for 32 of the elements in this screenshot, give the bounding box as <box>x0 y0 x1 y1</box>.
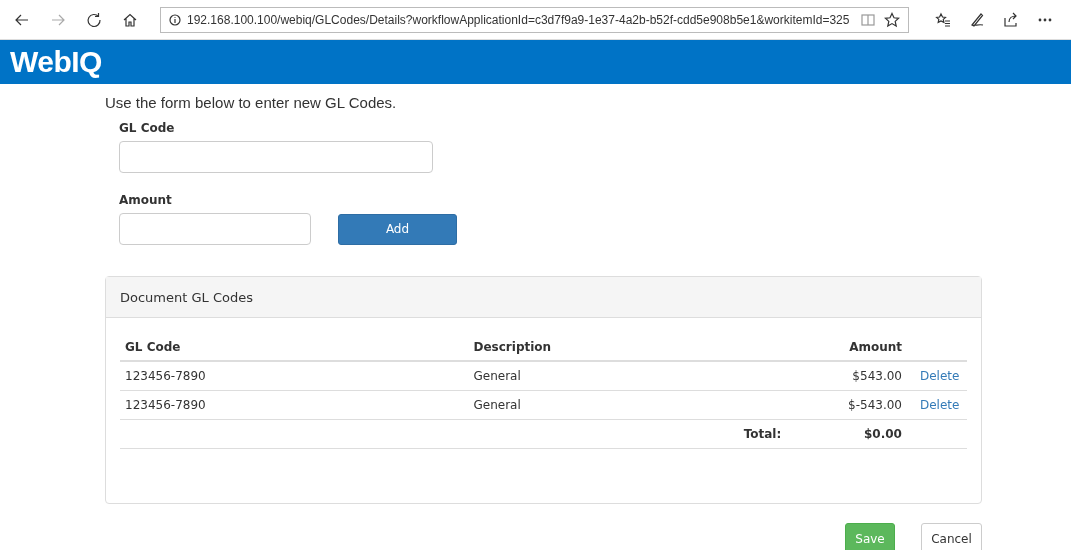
cancel-button[interactable]: Cancel <box>921 523 982 550</box>
panel-title: Document GL Codes <box>120 289 253 305</box>
table-cell: General <box>473 369 521 383</box>
table-cell: $543.00 <box>852 369 902 383</box>
input-field[interactable] <box>119 141 433 173</box>
favorites-icon[interactable] <box>935 11 951 28</box>
info-icon[interactable] <box>169 13 181 26</box>
delete-link[interactable]: Delete <box>912 369 960 383</box>
total-value: $0.00 <box>864 427 902 441</box>
logo[interactable]: WebIQ <box>10 45 102 79</box>
url-text: 192.168.100.100/webiq/GLCodes/Details?workflowApplicationId=c3d7f9a9-1e37-4a2b-b52f-cdd5e908b5e1&workitemId=325 <box>187 12 851 27</box>
add-button[interactable]: Add <box>338 213 457 245</box>
table-cell: $-543.00 <box>848 398 902 412</box>
save-button[interactable]: Save <box>845 523 895 550</box>
star-icon[interactable] <box>884 11 900 28</box>
pen-icon[interactable] <box>969 11 985 28</box>
column-header: Amount <box>849 340 902 354</box>
address-bar[interactable]: 192.168.100.100/webiq/GLCodes/Details?workflowApplicationId=c3d7f9a9-1e37-4a2b-b52f-cdd5e908b5e1&workitemId=325 <box>160 6 909 33</box>
field-label: GL Code <box>119 121 175 135</box>
table-cell: General <box>473 398 521 412</box>
total-label: Total: <box>743 427 782 441</box>
table-cell: 123456-7890 <box>125 398 206 412</box>
refresh-icon[interactable] <box>86 11 102 28</box>
field-label: Amount <box>119 193 172 207</box>
intro-text: Use the form below to enter new GL Codes. <box>105 94 398 111</box>
delete-link[interactable]: Delete <box>912 398 960 412</box>
home-icon[interactable] <box>122 11 138 28</box>
column-header: GL Code <box>125 340 181 354</box>
table-cell: 123456-7890 <box>125 369 206 383</box>
column-header: Description <box>473 340 552 354</box>
share-icon[interactable] <box>1003 11 1019 28</box>
input-field[interactable] <box>119 213 311 245</box>
